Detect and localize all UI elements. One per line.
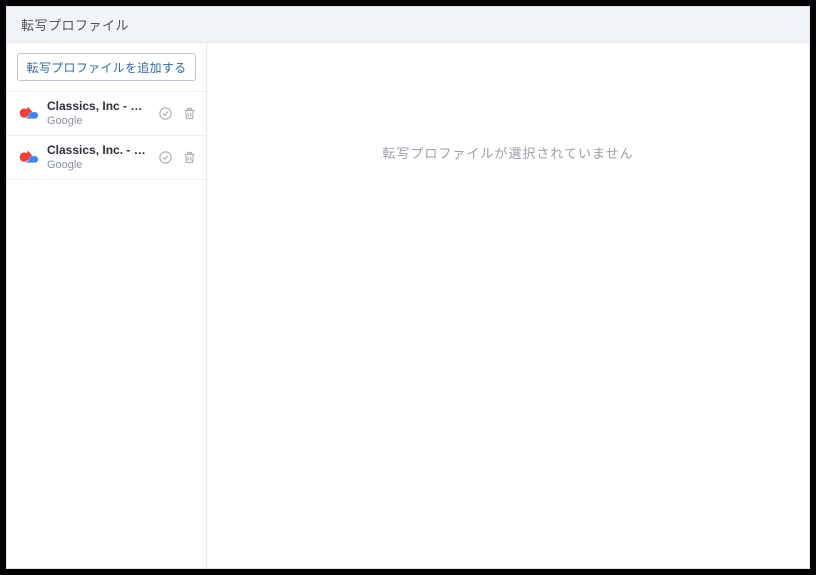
profile-item-title: Classics, Inc. - En... [47, 143, 148, 159]
profile-item-title: Classics, Inc - Spa... [47, 99, 148, 115]
trash-icon[interactable] [180, 149, 198, 167]
profile-item-text: Classics, Inc. - En... Google [47, 143, 148, 173]
profile-item-actions [156, 105, 198, 123]
empty-state-message: 転写プロファイルが選択されていません [382, 143, 633, 162]
app-container: 転写プロファイル 転写プロファイルを追加する [6, 6, 810, 569]
page-header: 転写プロファイル [7, 7, 809, 43]
profile-item-subtitle: Google [47, 158, 148, 172]
sidebar: 転写プロファイルを追加する [7, 43, 207, 568]
trash-icon[interactable] [180, 105, 198, 123]
check-circle-icon[interactable] [156, 105, 174, 123]
profile-item-text: Classics, Inc - Spa... Google [47, 99, 148, 129]
profile-list-item[interactable]: Classics, Inc. - En... Google [7, 136, 206, 180]
check-circle-icon[interactable] [156, 149, 174, 167]
profile-item-actions [156, 149, 198, 167]
add-profile-button[interactable]: 転写プロファイルを追加する [17, 53, 196, 81]
body: 転写プロファイルを追加する [7, 43, 809, 568]
profile-item-subtitle: Google [47, 114, 148, 128]
google-cloud-icon [17, 103, 39, 125]
add-profile-button-label: 転写プロファイルを追加する [27, 59, 187, 76]
profile-list-item[interactable]: Classics, Inc - Spa... Google [7, 92, 206, 136]
page-title: 転写プロファイル [21, 15, 129, 34]
main-content: 転写プロファイルが選択されていません [207, 43, 809, 568]
profile-list: Classics, Inc - Spa... Google [7, 91, 206, 180]
google-cloud-icon [17, 147, 39, 169]
